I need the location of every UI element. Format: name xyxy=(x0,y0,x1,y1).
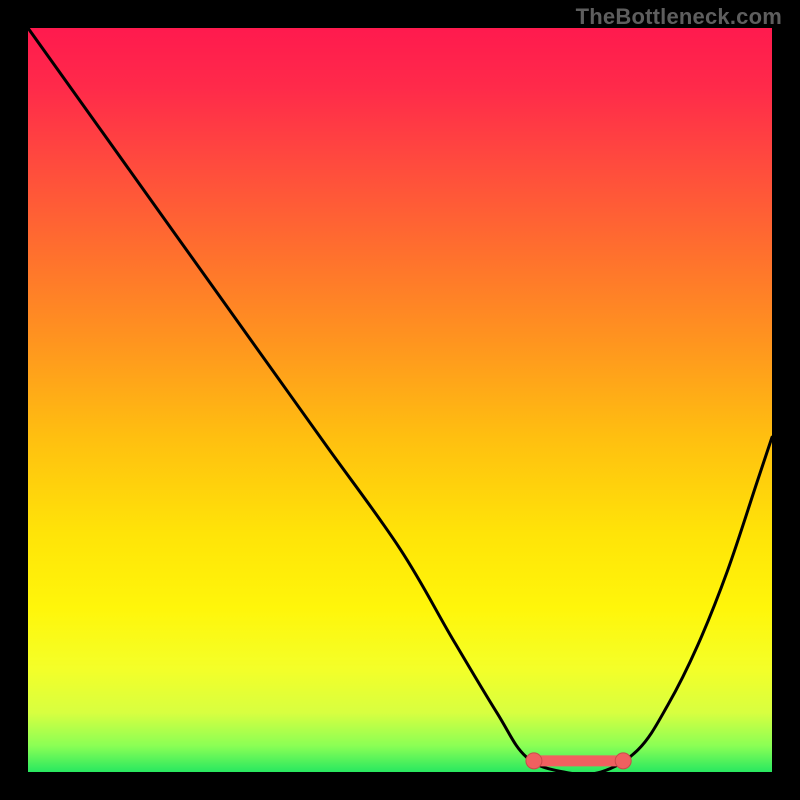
gradient-background xyxy=(28,28,772,772)
watermark-text: TheBottleneck.com xyxy=(576,4,782,30)
chart-container: TheBottleneck.com xyxy=(0,0,800,800)
gradient-rect xyxy=(28,28,772,772)
